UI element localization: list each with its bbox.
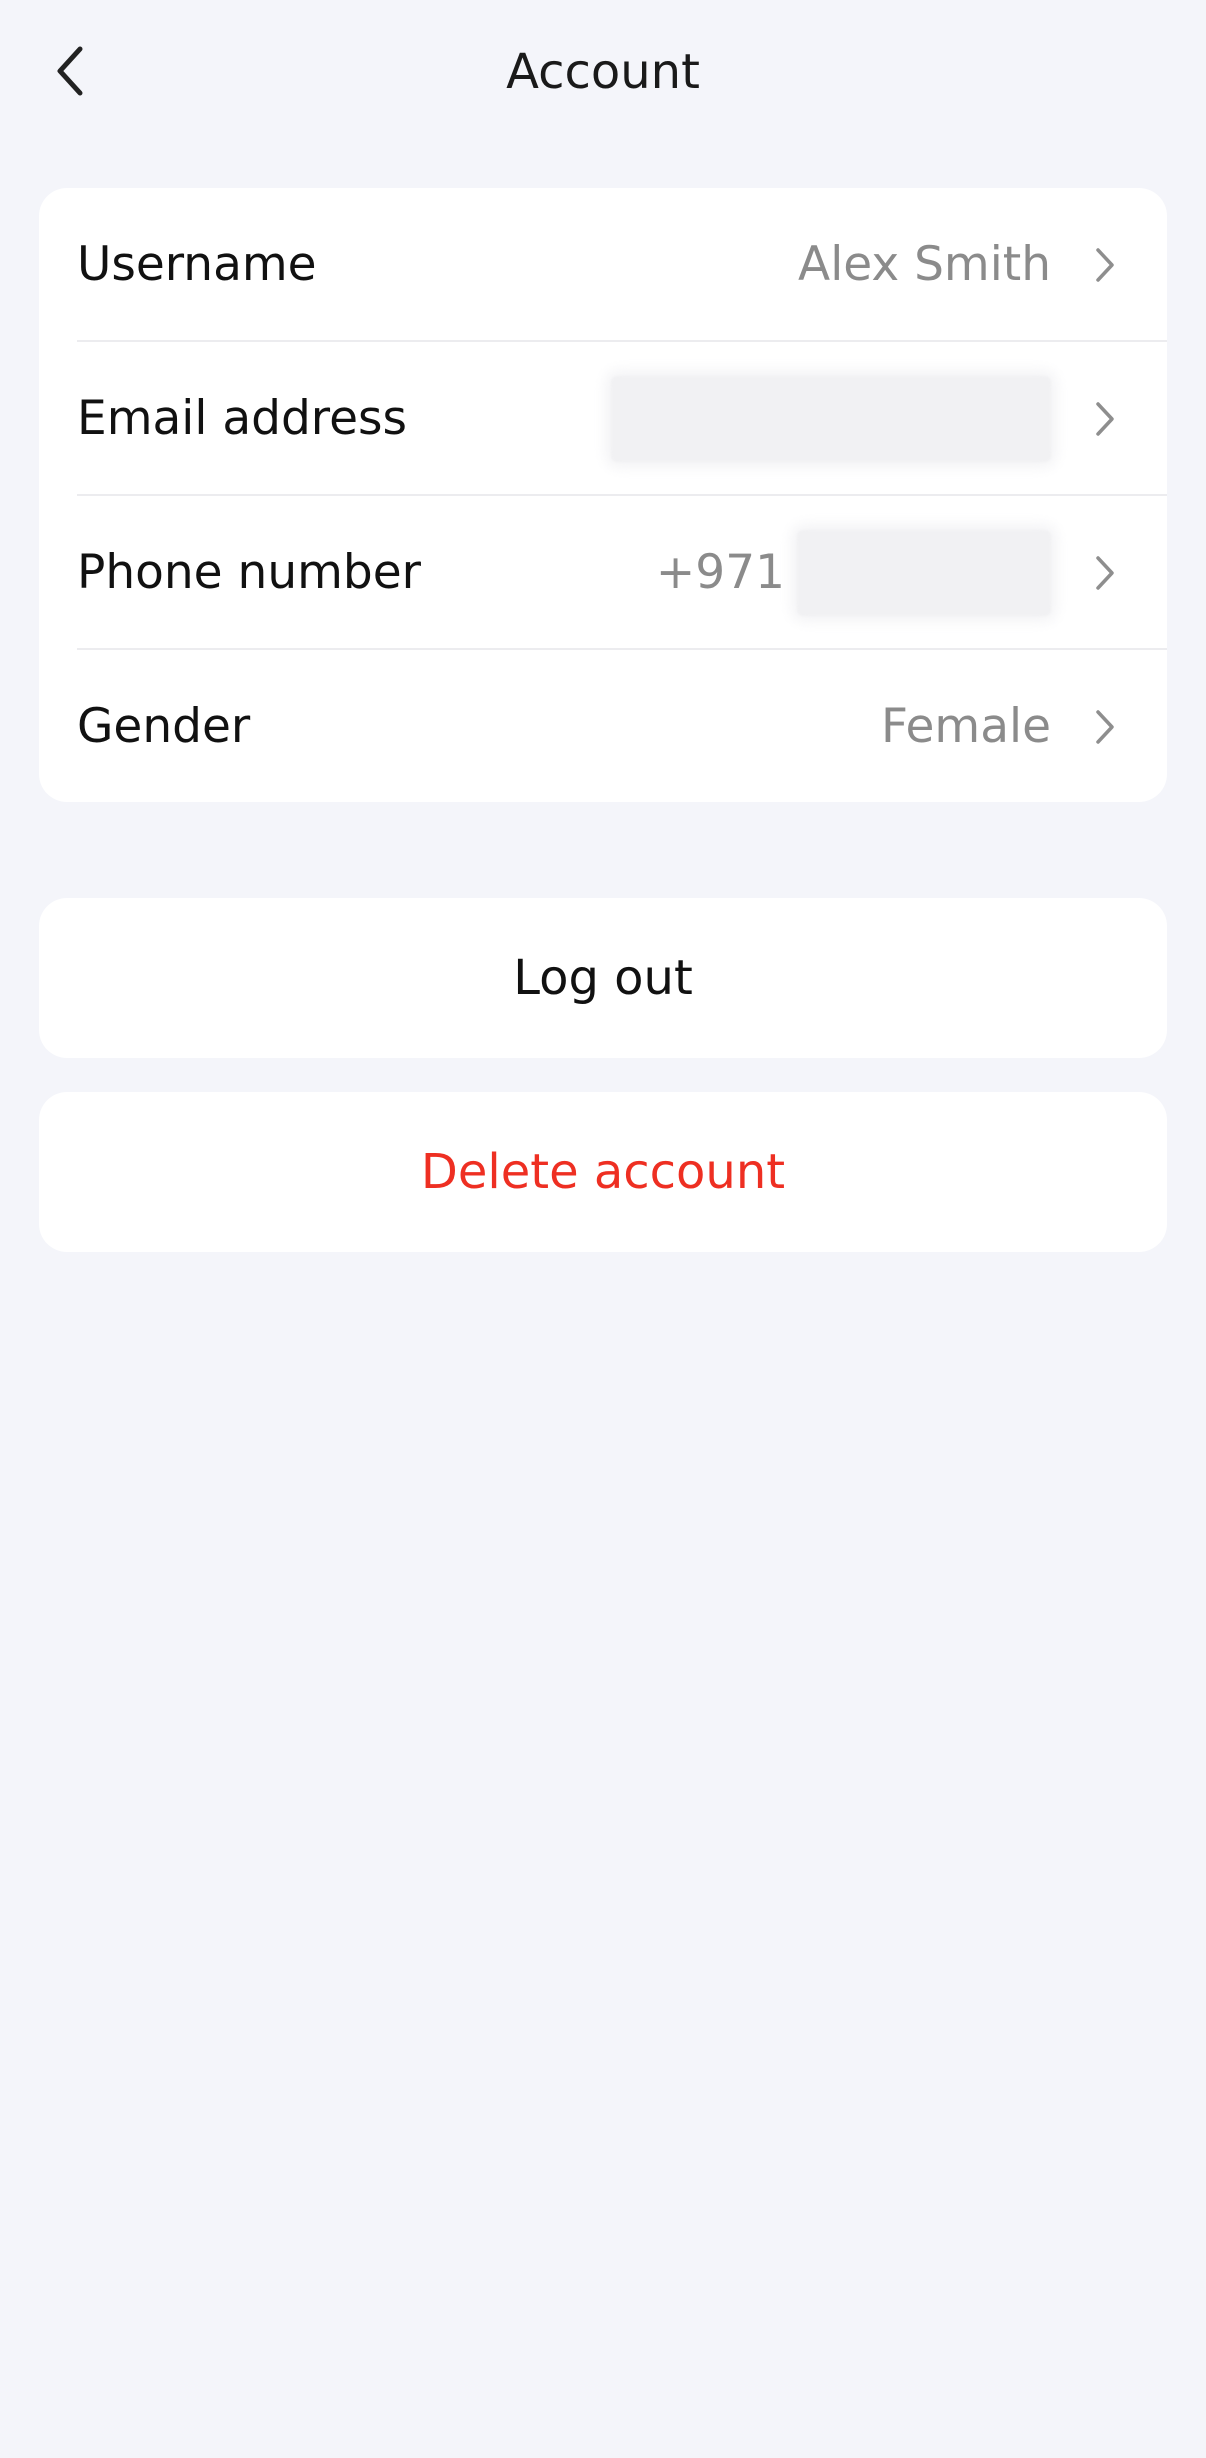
email-label: Email address — [77, 391, 407, 446]
email-row[interactable]: Email address — [77, 342, 1167, 495]
username-value-wrap: Alex Smith — [798, 188, 1167, 341]
username-label: Username — [77, 237, 317, 292]
top-bar: Account — [0, 0, 1206, 145]
delete-account-button[interactable]: Delete account — [39, 1092, 1167, 1252]
chevron-right-icon — [1085, 553, 1125, 593]
logout-label: Log out — [513, 950, 693, 1006]
username-value: Alex Smith — [798, 237, 1051, 292]
chevron-right-icon — [1085, 245, 1125, 285]
username-row[interactable]: Username Alex Smith — [77, 188, 1167, 341]
page-title: Account — [506, 44, 700, 100]
phone-value-redacted — [797, 529, 1051, 616]
phone-country-code: +971 — [655, 545, 785, 600]
gender-row[interactable]: Gender Female — [77, 650, 1167, 803]
email-value-redacted — [611, 375, 1051, 462]
gender-value-wrap: Female — [881, 650, 1167, 803]
phone-row[interactable]: Phone number +971 — [77, 496, 1167, 649]
email-value-wrap — [611, 342, 1167, 495]
chevron-right-icon — [1085, 707, 1125, 747]
account-info-card: Username Alex Smith Email address Phone … — [39, 188, 1167, 802]
gender-value: Female — [881, 699, 1051, 754]
phone-label: Phone number — [77, 545, 421, 600]
delete-account-label: Delete account — [420, 1144, 786, 1200]
gender-label: Gender — [77, 699, 251, 754]
phone-value-wrap: +971 — [656, 496, 1167, 649]
logout-button[interactable]: Log out — [39, 898, 1167, 1058]
chevron-right-icon — [1085, 399, 1125, 439]
